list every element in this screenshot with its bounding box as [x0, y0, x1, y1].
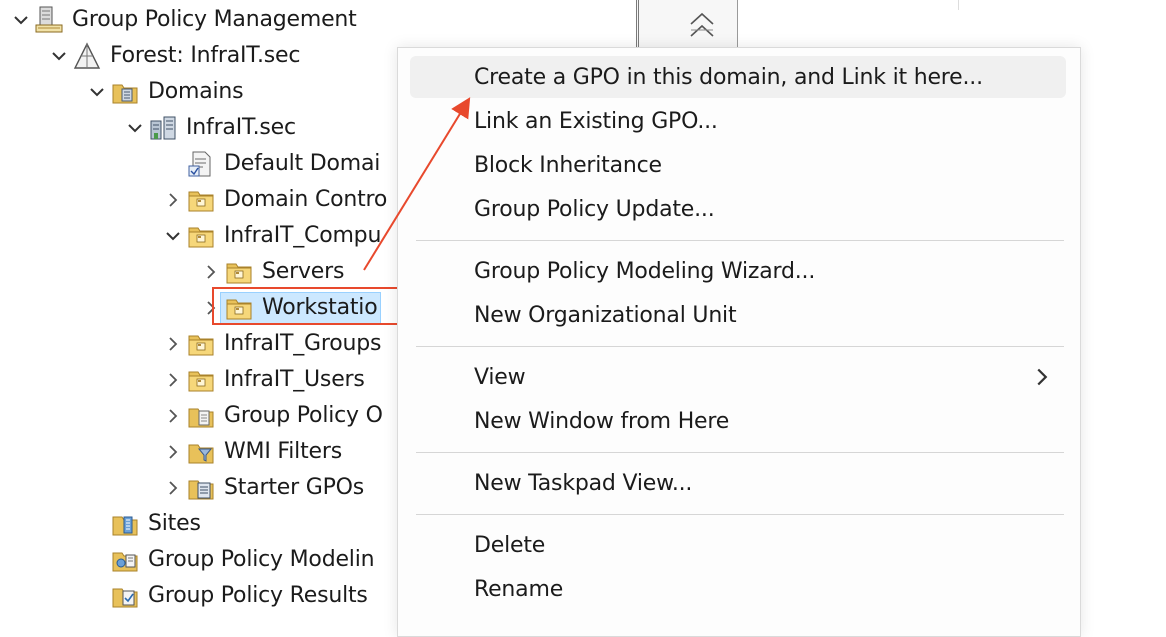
- wmi-filter-icon: [186, 437, 216, 467]
- menu-item-new-window[interactable]: New Window from Here: [410, 400, 1066, 442]
- tree-item-label: InfraIT.sec: [186, 115, 296, 140]
- menu-item-new-taskpad[interactable]: New Taskpad View...: [410, 462, 1066, 504]
- chevron-down-icon[interactable]: [160, 218, 186, 254]
- chevron-right-icon[interactable]: [160, 398, 186, 434]
- menu-separator: [416, 514, 1064, 515]
- starter-gpo-icon: [186, 473, 216, 503]
- tree-item-label: Sites: [148, 511, 201, 536]
- chevron-right-icon: [1032, 367, 1052, 387]
- tree-item-servers[interactable]: Servers: [198, 254, 344, 290]
- menu-item-label: Block Inheritance: [474, 152, 662, 178]
- chevron-down-icon[interactable]: [46, 38, 72, 74]
- forest-icon: [72, 41, 102, 71]
- menu-item-label: Create a GPO in this domain, and Link it…: [474, 64, 983, 90]
- tree-item-label: Domain Contro: [224, 187, 388, 212]
- tree-item-label: Starter GPOs: [224, 475, 365, 500]
- menu-item-label: Delete: [474, 532, 546, 558]
- details-pane-header: [636, 0, 738, 48]
- menu-item-delete[interactable]: Delete: [410, 524, 1066, 566]
- sites-icon: [110, 509, 140, 539]
- tree-item-label: Group Policy Results: [148, 583, 368, 608]
- menu-item-label: New Window from Here: [474, 408, 730, 434]
- ou-folder-icon: [186, 185, 216, 215]
- tree-item-starter-gpos[interactable]: Starter GPOs: [160, 470, 364, 506]
- menu-item-label: Group Policy Modeling Wizard...: [474, 258, 816, 284]
- menu-item-label: New Organizational Unit: [474, 302, 737, 328]
- menu-item-modeling-wizard[interactable]: Group Policy Modeling Wizard...: [410, 250, 1066, 292]
- menu-item-create-gpo[interactable]: Create a GPO in this domain, and Link it…: [410, 56, 1066, 98]
- tree-item-users-ou[interactable]: InfraIT_Users: [160, 362, 365, 398]
- menu-item-group-policy-update[interactable]: Group Policy Update...: [410, 188, 1066, 230]
- gpo-container-icon: [186, 401, 216, 431]
- tree-item-gpm-root[interactable]: Group Policy Management: [8, 2, 357, 38]
- tree-item-label: Forest: InfraIT.sec: [110, 43, 301, 68]
- menu-item-label: New Taskpad View...: [474, 470, 693, 496]
- menu-item-rename[interactable]: Rename: [410, 568, 1066, 610]
- tree-item-computers-ou[interactable]: InfraIT_Compu: [160, 218, 381, 254]
- tree-item-label: Servers: [262, 259, 345, 284]
- collapse-up-icon[interactable]: [687, 10, 717, 40]
- menu-item-label: View: [474, 364, 526, 390]
- ou-folder-icon: [186, 365, 216, 395]
- chevron-right-icon[interactable]: [160, 470, 186, 506]
- menu-separator: [416, 240, 1064, 241]
- menu-item-label: Link an Existing GPO...: [474, 108, 718, 134]
- menu-separator: [416, 452, 1064, 453]
- chevron-down-icon[interactable]: [122, 110, 148, 146]
- tree-item-groups-ou[interactable]: InfraIT_Groups: [160, 326, 381, 362]
- chevron-down-icon[interactable]: [84, 74, 110, 110]
- ou-folder-icon: [186, 221, 216, 251]
- tree-item-label: InfraIT_Groups: [224, 331, 382, 356]
- domains-folder-icon: [110, 77, 140, 107]
- context-menu: Create a GPO in this domain, and Link it…: [397, 47, 1081, 637]
- menu-item-new-ou[interactable]: New Organizational Unit: [410, 294, 1066, 336]
- domain-icon: [148, 113, 178, 143]
- tree-item-results[interactable]: Group Policy Results: [84, 578, 368, 614]
- tree-item-domain[interactable]: InfraIT.sec: [122, 110, 296, 146]
- tree-item-label: InfraIT_Compu: [224, 223, 382, 248]
- ou-folder-icon: [186, 329, 216, 359]
- menu-item-view[interactable]: View: [410, 356, 1066, 398]
- chevron-right-icon[interactable]: [198, 254, 224, 290]
- console-tree: Group Policy Management Forest: InfraIT.…: [0, 0, 422, 622]
- gpo-link-icon: [186, 149, 216, 179]
- tree-item-label: Default Domai: [224, 151, 381, 176]
- chevron-right-icon[interactable]: [160, 326, 186, 362]
- menu-separator: [416, 346, 1064, 347]
- chevron-right-icon[interactable]: [160, 434, 186, 470]
- ou-folder-icon: [224, 257, 254, 287]
- tree-item-label: Group Policy Management: [72, 7, 357, 32]
- tree-item-modeling[interactable]: Group Policy Modelin: [84, 542, 375, 578]
- tree-item-domains[interactable]: Domains: [84, 74, 244, 110]
- menu-item-link-existing-gpo[interactable]: Link an Existing GPO...: [410, 100, 1066, 142]
- tree-item-label: Group Policy Modelin: [148, 547, 375, 572]
- tree-item-label: InfraIT_Users: [224, 367, 365, 392]
- annotation-highlight-box: [212, 287, 422, 325]
- tree-item-label: WMI Filters: [224, 439, 342, 464]
- tree-item-group-policy-objects[interactable]: Group Policy O: [160, 398, 383, 434]
- chevron-right-icon[interactable]: [160, 182, 186, 218]
- tree-item-forest[interactable]: Forest: InfraIT.sec: [46, 38, 300, 74]
- chevron-right-icon[interactable]: [160, 362, 186, 398]
- results-icon: [110, 581, 140, 611]
- tree-item-default-domain-policy[interactable]: Default Domai: [160, 146, 380, 182]
- divider: [958, 0, 959, 10]
- tree-item-domain-controllers[interactable]: Domain Contro: [160, 182, 387, 218]
- tree-item-label: Domains: [148, 79, 244, 104]
- gpm-console-icon: [34, 5, 64, 35]
- tree-item-sites[interactable]: Sites: [84, 506, 201, 542]
- menu-item-label: Rename: [474, 576, 564, 602]
- tree-item-wmi-filters[interactable]: WMI Filters: [160, 434, 342, 470]
- modeling-icon: [110, 545, 140, 575]
- menu-item-block-inheritance[interactable]: Block Inheritance: [410, 144, 1066, 186]
- tree-item-label: Group Policy O: [224, 403, 383, 428]
- chevron-down-icon[interactable]: [8, 2, 34, 38]
- menu-item-label: Group Policy Update...: [474, 196, 715, 222]
